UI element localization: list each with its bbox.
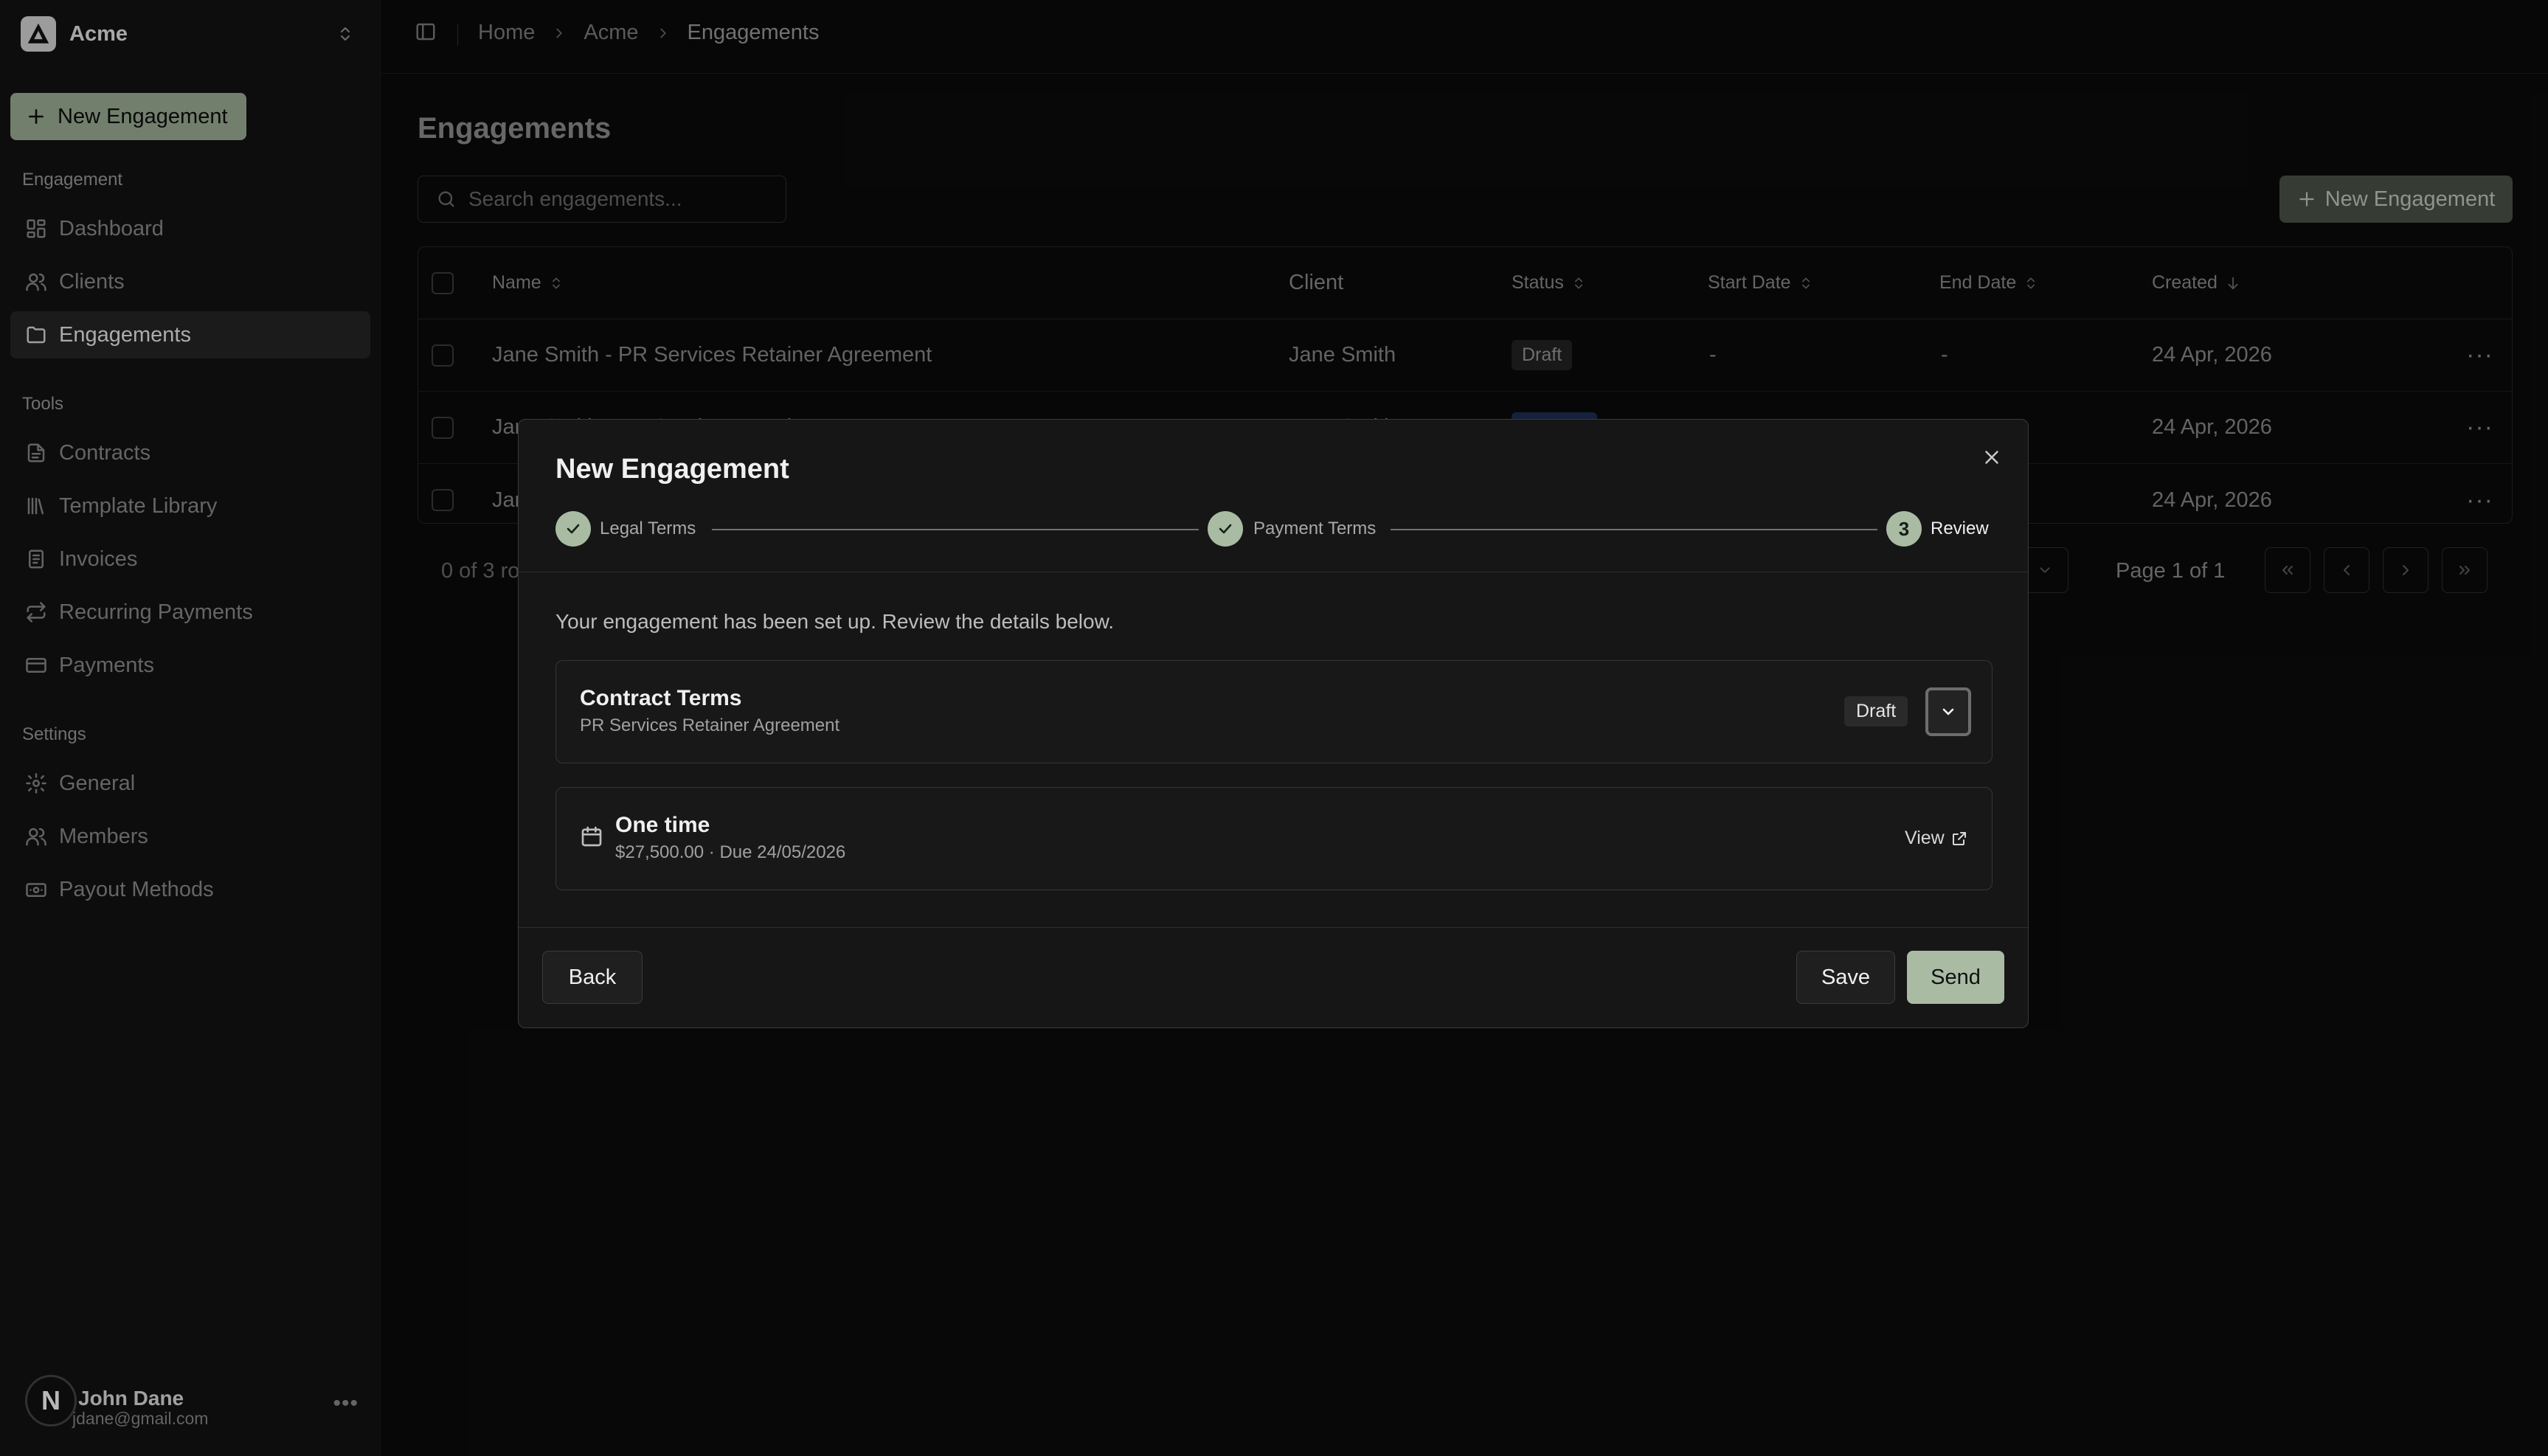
step-connector <box>1391 529 1877 530</box>
step-connector <box>712 529 1199 530</box>
chevron-down-icon <box>1942 708 1954 715</box>
view-label: View <box>1905 828 1945 848</box>
step-legal-terms-check-icon <box>555 511 591 547</box>
expand-button[interactable] <box>1925 687 1971 736</box>
step-review-label: Review <box>1931 519 1989 538</box>
payment-card: One time $27,500.00 · Due 24/05/2026 Vie… <box>555 787 1993 890</box>
view-payment-link[interactable]: View <box>1905 828 1968 849</box>
new-engagement-dialog: New Engagement Legal Terms Payment Terms… <box>518 419 2029 1028</box>
review-intro-text: Your engagement has been set up. Review … <box>555 610 1115 633</box>
contract-terms-title: Contract Terms <box>580 686 742 710</box>
status-badge: Draft <box>1844 696 1908 727</box>
step-review-number: 3 <box>1886 511 1922 547</box>
contract-terms-card: Contract Terms PR Services Retainer Agre… <box>555 660 1993 763</box>
contract-terms-subtitle: PR Services Retainer Agreement <box>580 715 840 735</box>
step-payment-terms-label: Payment Terms <box>1253 519 1377 538</box>
divider <box>519 927 2028 928</box>
payment-subtitle: $27,500.00 · Due 24/05/2026 <box>615 842 846 862</box>
send-button[interactable]: Send <box>1907 951 2004 1004</box>
close-icon[interactable] <box>1981 446 2003 468</box>
external-link-icon <box>1952 831 1966 845</box>
dialog-title: New Engagement <box>555 454 789 485</box>
step-legal-terms-label: Legal Terms <box>600 519 696 538</box>
save-button[interactable]: Save <box>1796 951 1895 1004</box>
payment-title: One time <box>615 813 710 837</box>
back-button[interactable]: Back <box>542 951 643 1004</box>
calendar-icon <box>580 825 603 848</box>
step-payment-terms-check-icon <box>1208 511 1243 547</box>
